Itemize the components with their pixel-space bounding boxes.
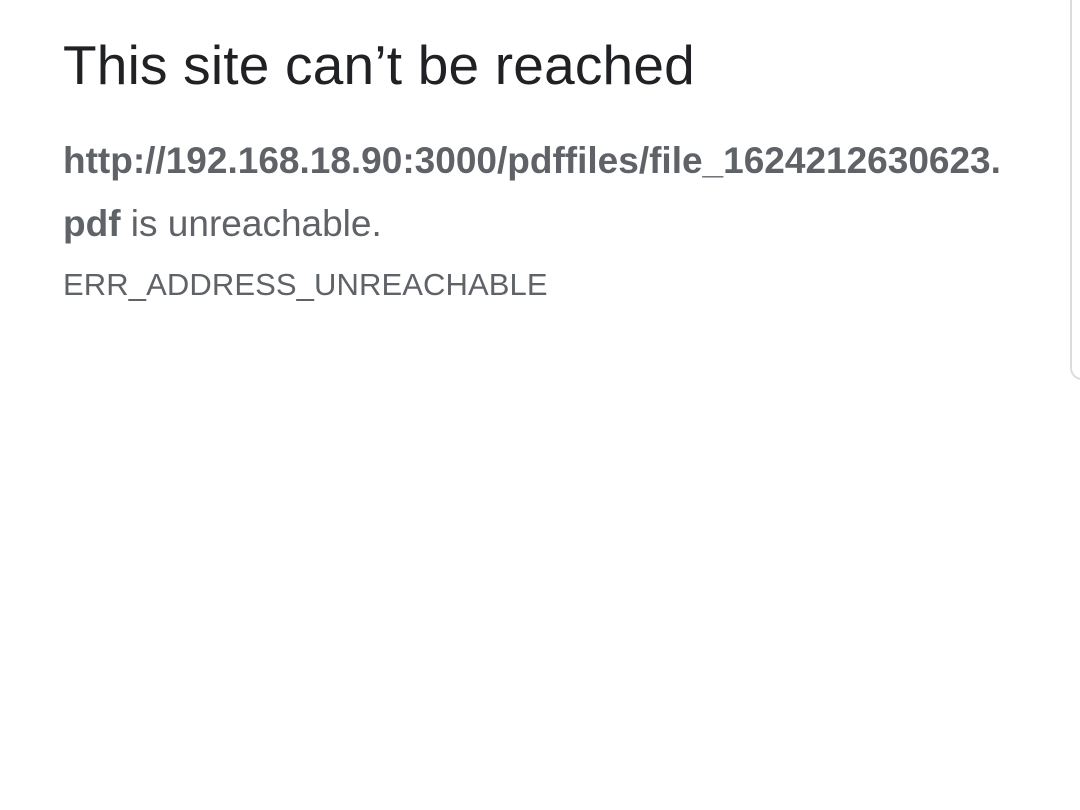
error-message: http://192.168.18.90:3000/pdffiles/file_… — [63, 129, 1003, 255]
error-content: This site can’t be reached http://192.16… — [63, 30, 1003, 320]
page-title: This site can’t be reached — [63, 34, 695, 96]
error-message-suffix: is unreachable. — [120, 203, 382, 244]
panel-edge — [1070, 0, 1080, 380]
error-code: ERR_ADDRESS_UNREACHABLE — [63, 267, 548, 302]
